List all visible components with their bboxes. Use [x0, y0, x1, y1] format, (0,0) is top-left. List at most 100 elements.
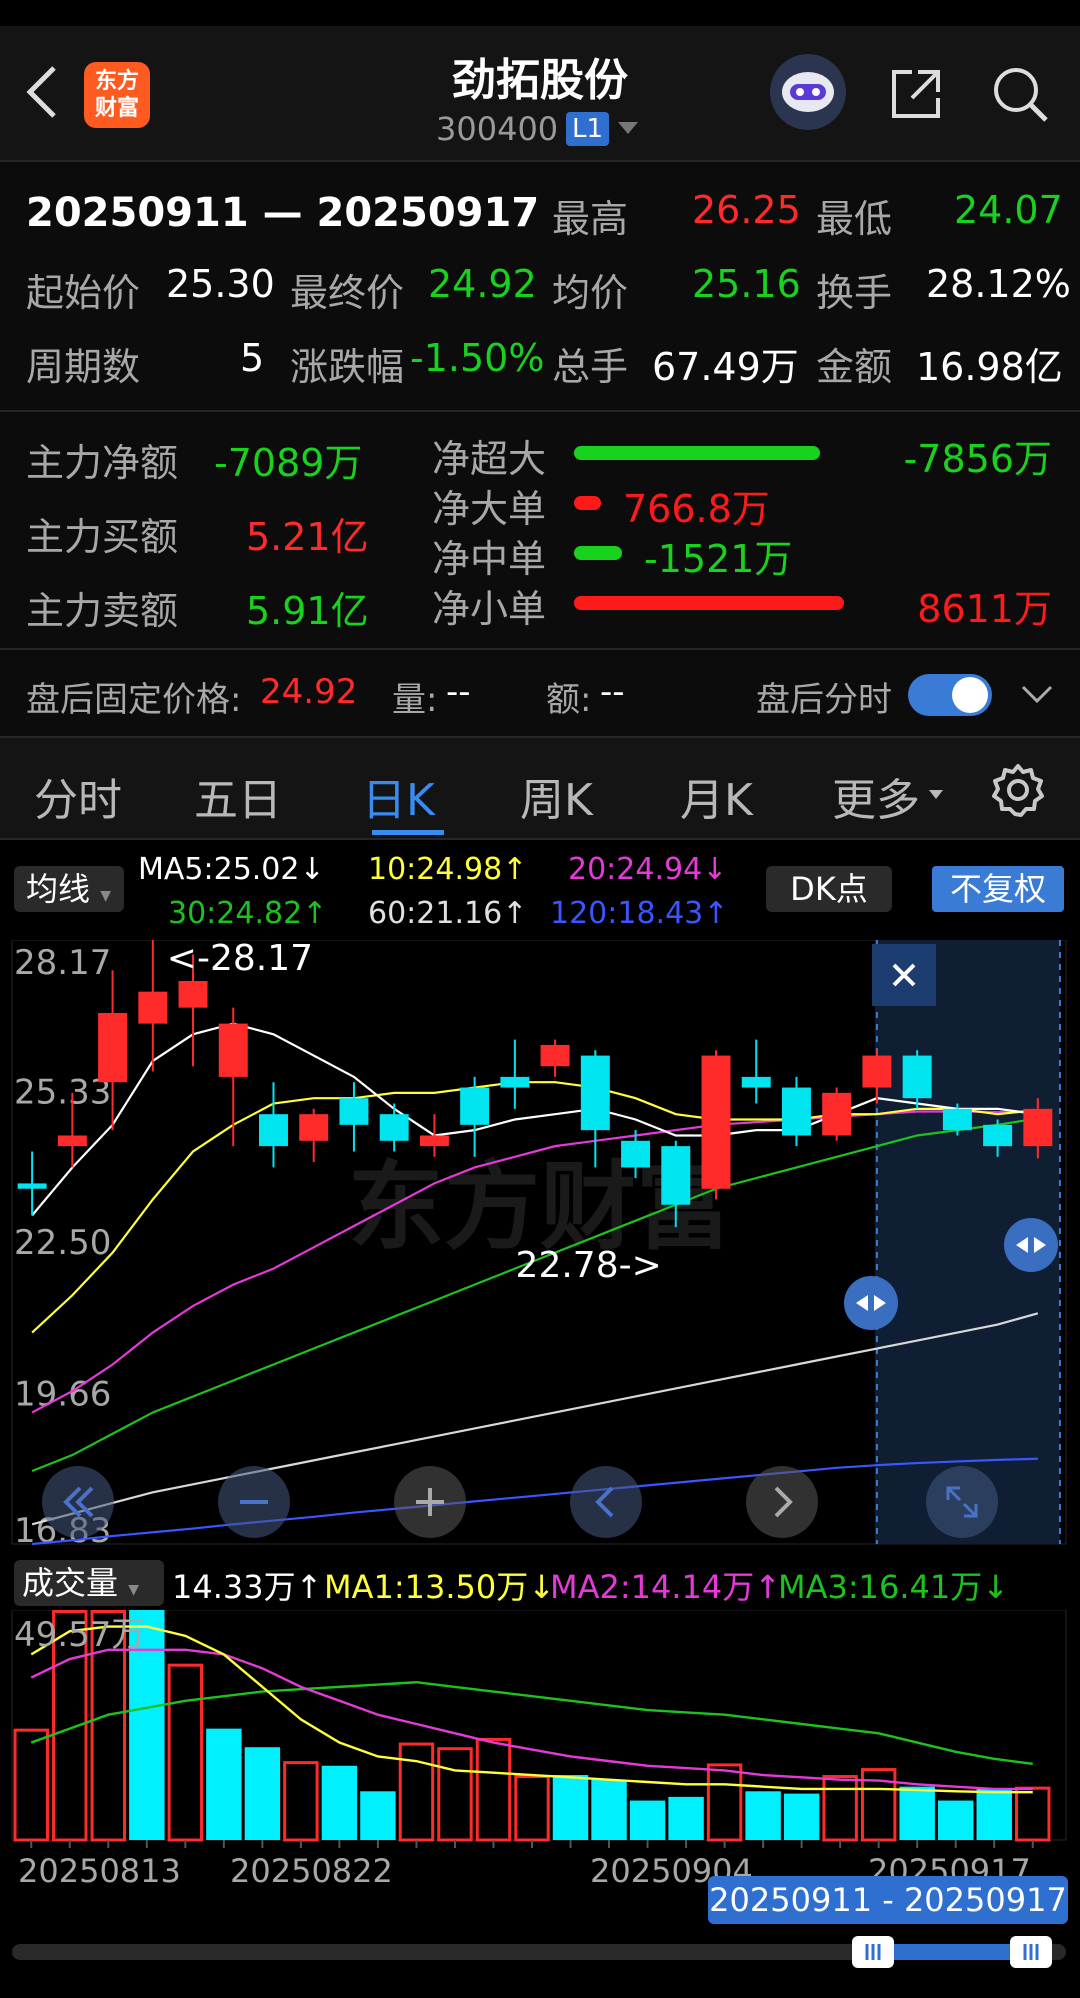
ma30-value: 30:24.82↑ [168, 896, 328, 931]
amount-label: 金额 [816, 345, 893, 389]
flow-bar [574, 496, 601, 510]
after-hours-price-label: 盘后固定价格: [26, 680, 242, 720]
timeline-left-handle[interactable] [852, 1936, 894, 1968]
tab-intraday[interactable]: 分时 [34, 764, 122, 828]
volume-selector-label: 成交量 [22, 1564, 119, 1602]
volume-bar [283, 1761, 319, 1842]
volume-bar [514, 1775, 550, 1842]
ma20-value: 20:24.94↓ [568, 852, 728, 887]
volume-bar [13, 1728, 49, 1842]
chevron-down-icon[interactable] [616, 120, 640, 140]
volume-bar [475, 1737, 512, 1842]
flow-bar-label: 净中单 [432, 537, 547, 581]
candle-body [98, 1012, 128, 1083]
volume-chart[interactable]: 49.57万20250813 20250822 20250904 20250917 [0, 1610, 1080, 1900]
close-value: 24.92 [428, 262, 537, 306]
selection-right-handle[interactable] [1004, 1218, 1058, 1272]
robot-assistant-icon[interactable] [770, 54, 846, 130]
after-hours-vol-value: -- [446, 672, 471, 712]
search-icon[interactable] [990, 64, 1050, 128]
chevron-down-icon: ▼ [128, 1582, 139, 1598]
status-bar [0, 0, 1080, 26]
tab-daily-k[interactable]: 日K [362, 764, 435, 828]
y-tick-label: 25.33 [14, 1072, 111, 1112]
candle-body [862, 1055, 892, 1088]
zoom-in-button[interactable] [394, 1466, 466, 1538]
stock-code: 300400 [436, 110, 559, 148]
candle-body [902, 1055, 932, 1099]
flow-bar-value: 8611万 [917, 587, 1052, 631]
chevron-down-icon[interactable] [1020, 684, 1054, 710]
tab-weekly-k[interactable]: 周K [520, 764, 593, 828]
candle-body [17, 1183, 47, 1189]
ma120-value: 120:18.43↑ [550, 896, 729, 931]
volume-bar [745, 1791, 781, 1840]
timeline-right-handle[interactable] [1010, 1936, 1052, 1968]
open-label: 起始价 [26, 271, 141, 315]
candle-body [621, 1140, 651, 1168]
amount-value: 16.98亿 [916, 345, 1063, 389]
volume-bar [783, 1793, 820, 1840]
after-hours-amt-value: -- [600, 672, 625, 712]
high-label: 最高 [552, 197, 629, 241]
dk-point-button[interactable]: DK点 [766, 866, 892, 912]
selection-left-handle[interactable] [844, 1276, 898, 1330]
tab-five-day[interactable]: 五日 [194, 764, 282, 828]
volume-legend: 成交量 ▼ 14.33万↑ MA1:13.50万↓ MA2:14.14万↑ MA… [0, 1552, 1080, 1614]
open-value: 25.30 [166, 262, 275, 306]
dk-point-label: DK点 [790, 870, 868, 908]
volume-bar [321, 1765, 358, 1840]
after-hours-toggle[interactable] [908, 674, 992, 716]
main-net-value: -7089万 [214, 441, 363, 485]
flow-bar-label: 净小单 [432, 587, 547, 631]
high-annotation: <-28.17 [167, 940, 313, 979]
adjust-button[interactable]: 不复权 [932, 866, 1064, 912]
fullscreen-button[interactable] [926, 1466, 998, 1538]
after-hours-price-value: 24.92 [260, 672, 358, 712]
close-selection-button[interactable] [872, 944, 936, 1006]
volume-bar [976, 1788, 1012, 1840]
candle-body [57, 1135, 87, 1147]
chevron-down-icon[interactable] [928, 786, 944, 805]
flow-bar-value: -1521万 [644, 537, 793, 581]
volume-indicator-selector[interactable]: 成交量 ▼ [14, 1560, 164, 1606]
main-buy-label: 主力买额 [26, 515, 179, 559]
after-hours-vol-label: 量: [392, 680, 438, 720]
candle-body [379, 1114, 409, 1141]
fund-flow-panel: 主力净额 -7089万 主力买额 5.21亿 主力卖额 5.91亿 净超大 -78… [0, 412, 1080, 648]
level-badge: L1 [566, 112, 610, 146]
ma-selector[interactable]: 均线 ▼ [14, 866, 124, 912]
scroll-right-button[interactable] [746, 1466, 818, 1538]
volume-bar [706, 1763, 743, 1842]
volume-ma2: MA2:14.14万↑ [550, 1568, 782, 1606]
scroll-left-button[interactable] [570, 1466, 642, 1538]
candle-body [580, 1055, 610, 1131]
periods-value: 5 [240, 336, 265, 380]
volume-bar [360, 1791, 396, 1840]
main-net-label: 主力净额 [26, 441, 179, 485]
ma10-value: 10:24.98↑ [368, 852, 528, 887]
volume-value: 67.49万 [652, 345, 799, 389]
volume-bar [167, 1663, 204, 1842]
volume-ma3-line [30, 1681, 1033, 1766]
share-icon[interactable] [888, 66, 944, 126]
period-summary: 20250911 — 20250917 最高 26.25 最低 24.07 起始… [0, 162, 1080, 412]
tab-more[interactable]: 更多 [832, 764, 920, 828]
candle-body [339, 1098, 369, 1125]
gear-icon[interactable] [990, 762, 1046, 822]
volume-label: 总手 [552, 345, 629, 389]
scroll-left-fast-button[interactable] [42, 1466, 114, 1538]
volume-top-label: 49.57万 [14, 1615, 145, 1655]
date-range: 20250911 — 20250917 [26, 190, 540, 236]
volume-bar [437, 1747, 473, 1842]
periods-label: 周期数 [26, 345, 141, 389]
candle-body [983, 1124, 1013, 1147]
y-tick-label: 28.17 [14, 943, 111, 983]
ma-selector-label: 均线 [26, 870, 91, 908]
candlestick-chart[interactable]: 东方财富28.1725.3322.5019.6616.83<-28.1722.7… [0, 940, 1080, 1550]
zoom-out-button[interactable] [218, 1466, 290, 1538]
volume-ma1-line [30, 1625, 1033, 1794]
volume-bar [552, 1775, 589, 1840]
tab-monthly-k[interactable]: 月K [680, 764, 753, 828]
flow-bar [574, 596, 844, 610]
